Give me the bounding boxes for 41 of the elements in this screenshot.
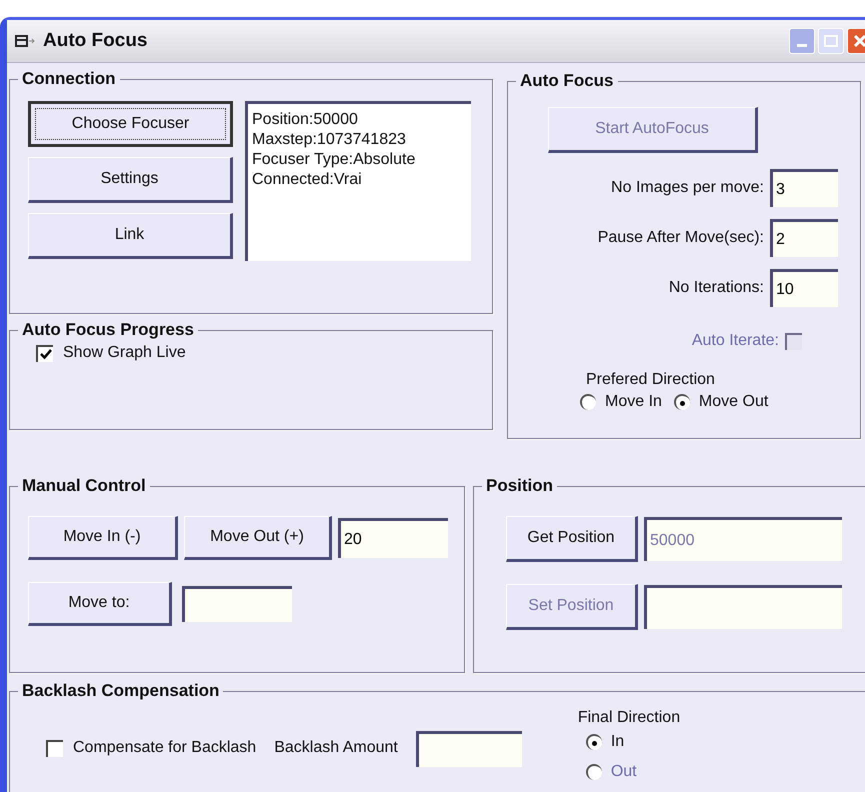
step-field[interactable]: 20 — [338, 518, 448, 558]
group-title: Auto Focus — [519, 71, 614, 91]
move-out-button[interactable]: Move Out (+) — [184, 516, 332, 560]
final-direction-radio[interactable]: In — [586, 727, 680, 757]
auto-iterate-label: Auto Iterate: — [692, 332, 779, 350]
show-graph-checkbox[interactable]: Show Graph Live — [36, 344, 480, 362]
new-position-field[interactable] — [644, 585, 842, 629]
group-title: Backlash Compensation — [21, 681, 220, 701]
connection-button[interactable]: Link — [28, 213, 233, 259]
connection-button[interactable]: Settings — [28, 157, 233, 203]
backlash-amount-field[interactable] — [416, 731, 522, 767]
move-in-button[interactable]: Move In (-) — [28, 516, 178, 560]
connection-button[interactable]: Choose Focuser — [28, 101, 233, 147]
group-title: Auto Focus Progress — [21, 320, 195, 340]
close-icon — [854, 35, 865, 47]
info-line: Maxstep:1073741823 — [252, 130, 407, 150]
info-line: Connected:Vrai — [252, 170, 363, 190]
group-title: Position — [485, 476, 554, 496]
info-line: Focuser Type:Absolute — [252, 150, 416, 170]
window-title: Auto Focus — [43, 30, 148, 52]
final-direction-label: Final Direction — [578, 709, 680, 727]
field-label: No Iterations: — [668, 279, 764, 297]
group-title: Manual Control — [21, 476, 147, 496]
compensate-checkbox[interactable]: Compensate for Backlash — [46, 739, 256, 757]
info-line: Position:50000 — [252, 110, 359, 130]
number-field[interactable]: 2 — [770, 219, 838, 257]
backlash-amount-label: Backlash Amount — [274, 739, 398, 757]
move-to-button[interactable]: Move to: — [28, 582, 172, 626]
minimize-icon — [797, 44, 807, 48]
number-field[interactable]: 3 — [770, 169, 838, 207]
group-title: Connection — [21, 69, 116, 89]
number-field[interactable]: 10 — [770, 269, 838, 307]
get-position-button[interactable]: Get Position — [506, 516, 638, 562]
maximize-icon — [824, 35, 838, 47]
direction-label: Prefered Direction — [586, 371, 715, 389]
direction-radio[interactable]: Move In — [580, 393, 662, 411]
target-field[interactable] — [182, 586, 292, 622]
window-icon — [15, 33, 37, 49]
field-label: No Images per move: — [611, 179, 764, 197]
direction-radio[interactable]: Move Out — [674, 393, 768, 411]
field-label: Pause After Move(sec): — [598, 229, 764, 247]
